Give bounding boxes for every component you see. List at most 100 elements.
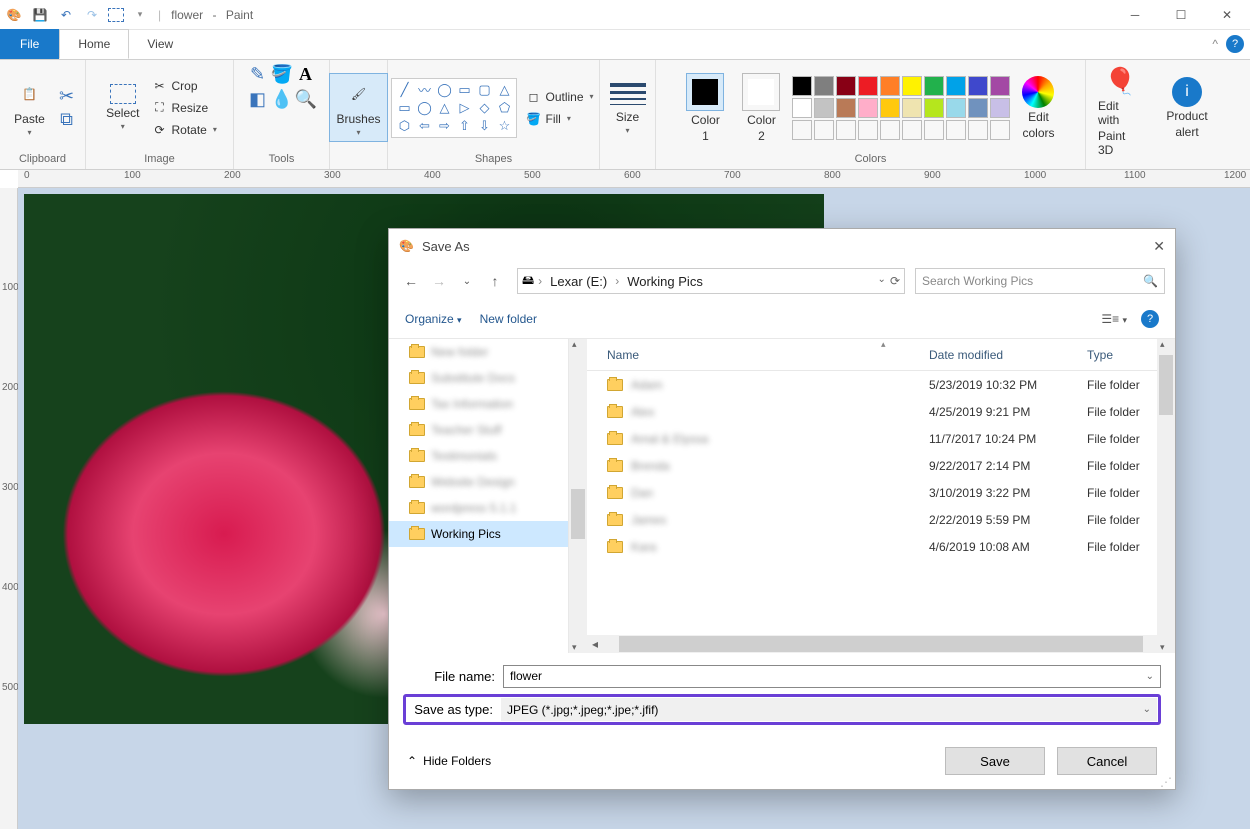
list-item[interactable]: Alex4/25/2019 9:21 PMFile folder xyxy=(587,398,1175,425)
save-as-type-highlight: Save as type: JPEG (*.jpg;*.jpeg;*.jpe;*… xyxy=(403,694,1161,725)
close-button[interactable]: ✕ xyxy=(1204,0,1250,30)
select-box-icon[interactable] xyxy=(108,8,124,22)
new-folder-button[interactable]: New folder xyxy=(480,312,537,326)
folder-icon xyxy=(409,424,425,436)
size-button[interactable]: Size ▾ xyxy=(604,78,652,137)
maximize-button[interactable]: ☐ xyxy=(1158,0,1204,30)
save-button[interactable]: Save xyxy=(945,747,1045,775)
paste-button[interactable]: 📋 Paste ▾ xyxy=(8,76,52,139)
tree-item[interactable]: Teacher Stuff xyxy=(389,417,568,443)
save-as-dialog: 🎨 Save As ✕ ← → ⌄ ↑ 🖴 › Lexar (E:) › Wor… xyxy=(388,228,1176,790)
hide-folders-button[interactable]: ⌃ Hide Folders xyxy=(407,754,491,768)
tree-item[interactable]: Substitute Docs xyxy=(389,365,568,391)
fill-button[interactable]: 🪣Fill▾ xyxy=(523,109,595,129)
eraser-icon[interactable]: ◧ xyxy=(247,89,269,110)
product-alert-button[interactable]: i Productalert xyxy=(1160,75,1213,141)
list-item[interactable]: Dan3/10/2019 3:22 PMFile folder xyxy=(587,479,1175,506)
tree-item[interactable]: New folder xyxy=(389,339,568,365)
qat-dropdown-icon[interactable]: ▾ xyxy=(130,5,150,25)
column-date[interactable]: Date modified xyxy=(929,348,1087,362)
address-bar[interactable]: 🖴 › Lexar (E:) › Working Pics ⌄ ⟳ xyxy=(517,268,905,294)
copy-icon[interactable]: ⧉ xyxy=(56,109,78,130)
color2-button[interactable]: Color2 xyxy=(736,71,786,145)
refresh-icon[interactable]: ⟳ xyxy=(890,274,900,288)
address-dropdown-icon[interactable]: ⌄ xyxy=(878,274,886,288)
rotate-icon: ⟳ xyxy=(151,122,167,138)
text-icon[interactable]: A xyxy=(295,64,317,85)
tree-scrollbar[interactable]: ▴ ▾ xyxy=(569,339,587,653)
search-input[interactable]: Search Working Pics 🔍 xyxy=(915,268,1165,294)
tree-item[interactable]: Tax Information xyxy=(389,391,568,417)
shapes-gallery[interactable]: ╱〰◯▭▢△ ▭◯△▷◇⬠ ⬡⇦⇨⇧⇩☆ xyxy=(391,78,517,138)
rotate-button[interactable]: ⟳Rotate▾ xyxy=(149,120,218,140)
folder-icon xyxy=(409,346,425,358)
bucket-icon[interactable]: 🪣 xyxy=(271,64,293,85)
dialog-help-icon[interactable]: ? xyxy=(1141,310,1159,328)
nav-recent-dropdown-icon[interactable]: ⌄ xyxy=(455,276,479,287)
cut-icon[interactable]: ✂ xyxy=(56,86,78,107)
crop-icon: ✂ xyxy=(151,78,167,94)
chevron-down-icon[interactable]: ⌄ xyxy=(1143,704,1151,715)
crop-button[interactable]: ✂Crop xyxy=(149,76,218,96)
undo-icon[interactable]: ↶ xyxy=(56,5,76,25)
group-colors-label: Colors xyxy=(855,151,887,167)
paint3d-button[interactable]: 🎈 Edit withPaint 3D xyxy=(1092,64,1148,159)
folder-icon xyxy=(607,487,623,499)
help-icon[interactable]: ? xyxy=(1226,35,1244,53)
nav-forward-icon[interactable]: → xyxy=(427,273,451,289)
nav-up-icon[interactable]: ↑ xyxy=(483,273,507,289)
cancel-button[interactable]: Cancel xyxy=(1057,747,1157,775)
folder-icon xyxy=(607,406,623,418)
brushes-button[interactable]: 🖌 Brushes ▾ xyxy=(329,73,387,142)
column-name[interactable]: Name xyxy=(587,348,929,362)
redo-icon[interactable]: ↷ xyxy=(82,5,102,25)
folder-tree[interactable]: New folderSubstitute DocsTax Information… xyxy=(389,339,569,653)
outline-button[interactable]: ◻Outline▾ xyxy=(523,87,595,107)
tree-item[interactable]: Website Design xyxy=(389,469,568,495)
group-tools-label: Tools xyxy=(269,151,295,167)
list-item[interactable]: James2/22/2019 5:59 PMFile folder xyxy=(587,506,1175,533)
view-options-icon[interactable]: ☰≡ ▾ xyxy=(1101,312,1127,326)
tree-item[interactable]: Testimonials xyxy=(389,443,568,469)
save-icon[interactable]: 💾 xyxy=(30,5,50,25)
list-item[interactable]: Kara4/6/2019 10:08 AMFile folder xyxy=(587,533,1175,560)
magnifier-icon[interactable]: 🔍 xyxy=(295,89,317,110)
breadcrumb-folder[interactable]: Working Pics xyxy=(623,274,707,289)
folder-icon xyxy=(607,541,623,553)
color1-swatch xyxy=(686,73,724,111)
list-header[interactable]: ▴ Name Date modified Type xyxy=(587,339,1175,371)
tab-home[interactable]: Home xyxy=(59,29,129,59)
organize-button[interactable]: Organize ▾ xyxy=(405,312,462,326)
chevron-down-icon[interactable]: ⌄ xyxy=(1146,671,1154,682)
tab-file[interactable]: File xyxy=(0,29,59,59)
sort-indicator-icon: ▴ xyxy=(881,339,886,350)
minimize-ribbon-icon[interactable]: ^ xyxy=(1212,37,1218,51)
group-image-label: Image xyxy=(144,151,175,167)
tree-item[interactable]: Working Pics xyxy=(389,521,568,547)
breadcrumb-drive[interactable]: Lexar (E:) xyxy=(546,274,611,289)
dialog-title: Save As xyxy=(422,239,470,254)
color-palette[interactable] xyxy=(792,76,1010,140)
paint-app-icon: 🎨 xyxy=(399,239,414,253)
minimize-button[interactable]: ─ xyxy=(1112,0,1158,30)
select-button[interactable]: Select ▾ xyxy=(100,82,145,133)
resize-button[interactable]: ⛶Resize xyxy=(149,98,218,118)
list-hscrollbar[interactable]: ◂▸ xyxy=(587,635,1175,653)
list-item[interactable]: Brenda9/22/2017 2:14 PMFile folder xyxy=(587,452,1175,479)
title-bar: 🎨 💾 ↶ ↷ ▾ | flower - Paint ─ ☐ ✕ xyxy=(0,0,1250,30)
ruler-vertical: 100200300400500 xyxy=(0,188,18,829)
dialog-close-icon[interactable]: ✕ xyxy=(1153,238,1165,255)
filename-input[interactable]: flower ⌄ xyxy=(503,665,1161,688)
edit-colors-button[interactable]: Editcolors xyxy=(1016,74,1060,142)
tree-item[interactable]: wordpress 5.1.1 xyxy=(389,495,568,521)
list-vscrollbar[interactable]: ▴ ▾ xyxy=(1157,339,1175,653)
eyedropper-icon[interactable]: 💧 xyxy=(271,89,293,110)
pencil-icon[interactable]: ✎ xyxy=(247,64,269,85)
resize-grip-icon[interactable]: ⋰ xyxy=(1160,778,1172,786)
list-item[interactable]: Adam5/23/2019 10:32 PMFile folder xyxy=(587,371,1175,398)
list-item[interactable]: Amal & Elyssa11/7/2017 10:24 PMFile fold… xyxy=(587,425,1175,452)
tab-view[interactable]: View xyxy=(129,29,191,59)
save-type-select[interactable]: JPEG (*.jpg;*.jpeg;*.jpe;*.jfif) ⌄ xyxy=(501,698,1157,721)
nav-back-icon[interactable]: ← xyxy=(399,273,423,289)
color1-button[interactable]: Color1 xyxy=(680,71,730,145)
